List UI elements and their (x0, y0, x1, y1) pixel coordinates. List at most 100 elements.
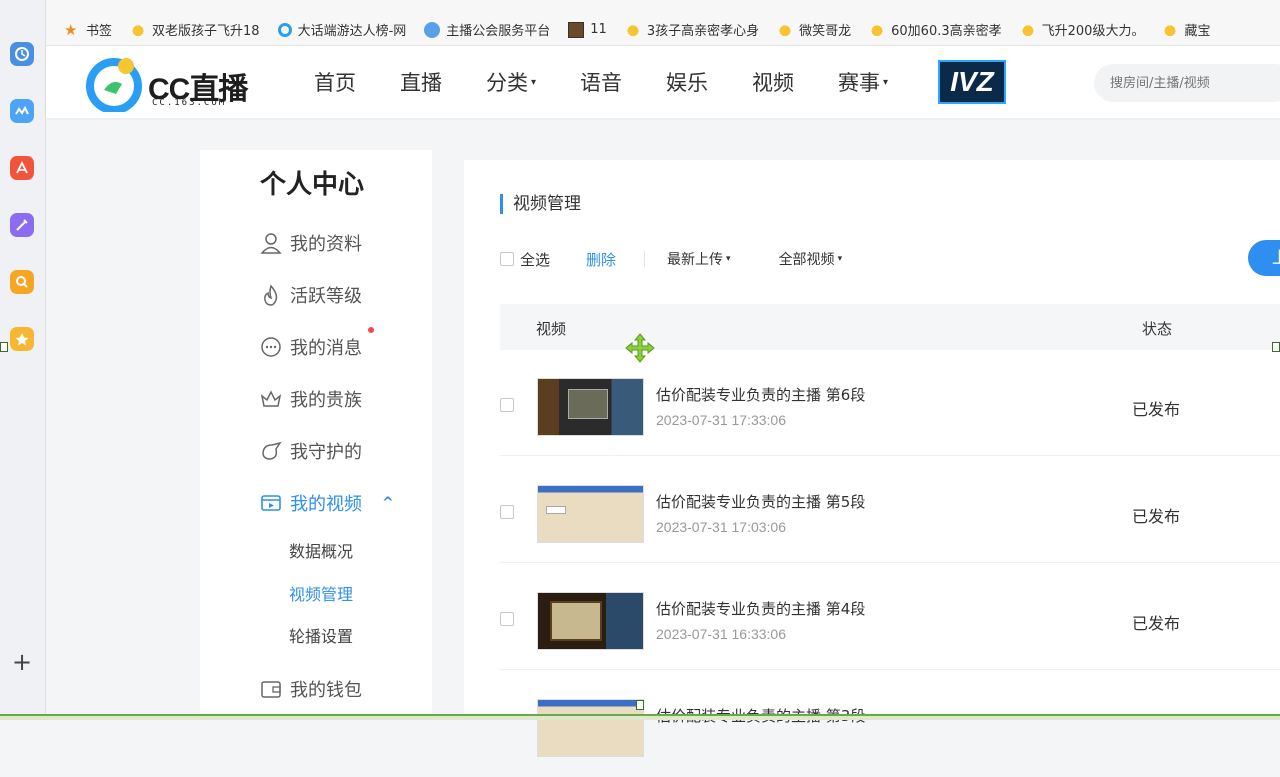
bookmark-item[interactable]: 微笑哥龙 (777, 20, 851, 39)
cc-icon (1162, 21, 1179, 38)
game-icon (568, 21, 585, 38)
cc-logo[interactable]: CC直播 CC.163.COM (86, 54, 256, 114)
clock-icon[interactable] (10, 42, 34, 66)
sidebar-item-level[interactable]: 活跃等级 (260, 282, 362, 308)
cc-icon (624, 21, 641, 38)
filter-dropdown[interactable]: 全部视频 ▾ (779, 249, 843, 269)
sidebar-item-label: 活跃等级 (290, 286, 362, 307)
select-all-label[interactable]: 全选 (520, 249, 550, 270)
table-row[interactable]: 估价配装专业负责的主播 第3段 (500, 671, 1280, 777)
bookmark-item[interactable]: 主播公会服务平台 (424, 20, 550, 39)
ivz-badge[interactable]: IVZ (938, 60, 1006, 104)
bookmarks-bar: ★ 书签 双老版孩子飞升18 大话端游达人榜-网 主播公会服务平台 11 3孩子高亲密孝心身… (46, 14, 1280, 46)
video-thumbnail[interactable] (537, 485, 644, 543)
sidebar-item-nobility[interactable]: 我的贵族 (260, 386, 362, 412)
add-icon[interactable]: + (10, 650, 34, 674)
wallet-icon (261, 681, 281, 698)
chevron-down-icon: ▾ (837, 254, 843, 264)
select-all-checkbox[interactable] (500, 252, 514, 266)
user-icon (260, 233, 282, 254)
bookmark-item[interactable]: 大话端游达人榜-网 (277, 20, 407, 39)
divider (644, 251, 646, 267)
table-row[interactable]: 估价配装专业负责的主播 第6段 2023-07-31 17:33:06 已发布 (500, 350, 1280, 456)
nav-item[interactable]: 直播 (400, 67, 442, 97)
sidebar-item-messages[interactable]: 我的消息 (260, 334, 362, 360)
bookmark-item[interactable]: ★ 书签 (64, 20, 113, 40)
video-thumbnail[interactable] (537, 378, 644, 436)
sort-dropdown[interactable]: 最新上传 ▾ (667, 249, 731, 269)
sort-dropdown-label: 最新上传 (667, 252, 724, 268)
chevron-up-icon[interactable]: ^ (382, 495, 394, 511)
video-title[interactable]: 估价配装专业负责的主播 第5段 (656, 491, 865, 512)
video-thumbnail[interactable] (537, 699, 644, 757)
nav-item-label: 语音 (580, 71, 623, 95)
bookmark-item[interactable]: 11 (568, 21, 607, 38)
resize-handle[interactable] (0, 342, 8, 352)
nav-item[interactable]: 分类 ▾ (486, 67, 536, 97)
nav-item[interactable]: 赛事 ▾ (838, 67, 888, 97)
bookmark-label: 双老版孩子飞升18 (152, 24, 260, 39)
sidebar-title: 个人中心 (260, 170, 365, 200)
nav-item[interactable]: 娱乐 (666, 67, 708, 97)
bookmark-item[interactable]: 双老版孩子飞升18 (130, 20, 260, 39)
nav-item[interactable]: 语音 (580, 67, 622, 97)
upload-button[interactable]: 上 (1248, 240, 1280, 276)
filter-dropdown-label: 全部视频 (778, 252, 835, 268)
table-row[interactable]: 估价配装专业负责的主播 第5段 2023-07-31 17:03:06 已发布 (500, 457, 1280, 563)
nav-item-label: 娱乐 (666, 71, 709, 95)
video-title[interactable]: 估价配装专业负责的主播 第4段 (656, 598, 865, 619)
main-nav: 首页 直播 分类 ▾ 语音 娱乐 视频 赛事 ▾ (314, 46, 932, 118)
sidebar-sub-video-manage[interactable]: 视频管理 (289, 581, 353, 605)
bookmark-label: 藏宝 (1184, 24, 1211, 39)
row-checkbox[interactable] (500, 398, 514, 412)
bookmark-label: 3孩子高亲密孝心身 (646, 24, 760, 39)
delete-button[interactable]: 删除 (586, 249, 616, 270)
status-text: 已发布 (1132, 400, 1181, 419)
sidebar-item-profile[interactable]: 我的资料 (260, 230, 362, 256)
star-icon: ★ (64, 20, 78, 39)
status-text: 已发布 (1132, 507, 1181, 526)
sidebar-item-label: 我的资料 (290, 234, 362, 255)
video-title[interactable]: 估价配装专业负责的主播 第6段 (656, 384, 865, 405)
logo-subtext: CC.163.COM (152, 98, 227, 108)
crown-icon (260, 390, 282, 407)
chevron-down-icon: ▾ (726, 254, 731, 264)
sidebar-sub-overview[interactable]: 数据概况 (289, 538, 353, 562)
star-app-icon[interactable] (10, 327, 34, 351)
row-checkbox[interactable] (500, 612, 514, 626)
sidebar-sub-carousel[interactable]: 轮播设置 (289, 623, 353, 647)
video-date: 2023-07-31 17:03:06 (656, 519, 786, 535)
sidebar-item-wallet[interactable]: 我的钱包 (260, 676, 362, 702)
bookmark-item[interactable]: 藏宝 (1162, 20, 1210, 39)
pdf-icon[interactable] (10, 156, 34, 180)
bookmark-label: 主播公会服务平台 (446, 24, 551, 39)
cc-icon (869, 21, 886, 38)
search-input[interactable] (1094, 64, 1280, 102)
nav-item-label: 赛事 (838, 71, 881, 95)
bookmark-item[interactable]: 3孩子高亲密孝心身 (624, 20, 760, 39)
resize-handle[interactable] (636, 700, 644, 710)
nav-item[interactable]: 视频 (752, 67, 794, 97)
bookmark-item[interactable]: 飞升200级大力。 (1019, 20, 1144, 39)
bookmark-item[interactable]: 60加60.3高亲密孝 (869, 20, 1002, 39)
bookmark-label: 11 (590, 22, 607, 37)
bookmark-label: 书签 (86, 24, 113, 39)
cloud-icon[interactable] (10, 99, 34, 123)
row-checkbox[interactable] (500, 505, 514, 519)
pen-icon[interactable] (10, 213, 34, 237)
video-thumbnail[interactable] (537, 592, 644, 650)
nav-item-label: 分类 (486, 71, 528, 95)
toolbar: 全选 删除 最新上传 ▾ 全部视频 ▾ (500, 248, 842, 270)
bookmark-label: 微笑哥龙 (799, 24, 852, 39)
search-app-icon[interactable] (10, 270, 34, 294)
sidebar-item-videos[interactable]: 我的视频 ^ (260, 490, 394, 516)
nav-item-label: 直播 (400, 71, 442, 95)
chevron-down-icon: ▾ (531, 76, 537, 88)
nav-item-label: 首页 (314, 71, 356, 95)
sidebar-item-guard[interactable]: 我守护的 (260, 438, 362, 464)
nav-item[interactable]: 首页 (314, 67, 356, 97)
video-date: 2023-07-31 16:33:06 (656, 626, 786, 642)
table-row[interactable]: 估价配装专业负责的主播 第4段 2023-07-31 16:33:06 已发布 (500, 564, 1280, 670)
bookmark-label: 大话端游达人榜-网 (297, 24, 407, 39)
resize-handle[interactable] (1272, 342, 1280, 352)
